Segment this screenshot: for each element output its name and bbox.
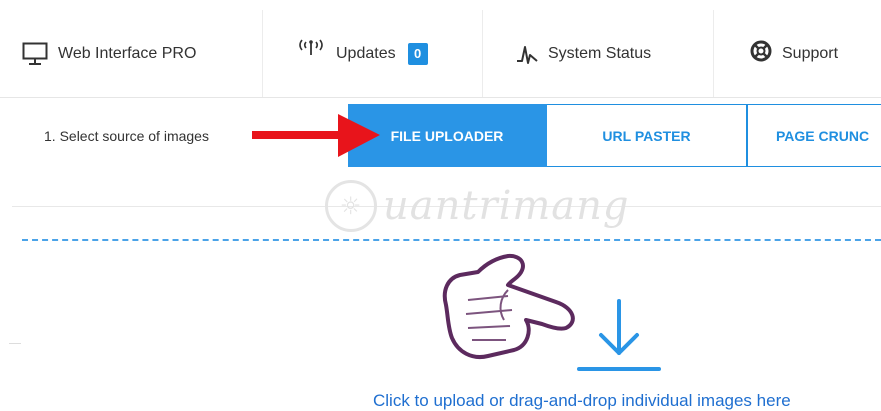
drop-zone-border [22, 239, 881, 241]
watermark-logo: ☼ uantrimang [325, 180, 630, 232]
tab-page-cruncher[interactable]: PAGE CRUNC [747, 104, 881, 167]
nav-separator [713, 10, 714, 97]
top-nav: Web Interface PRO Updates 0 System Statu… [0, 0, 881, 98]
watermark-text: uantrimang [383, 183, 630, 229]
source-step-label: 1. Select source of images [44, 128, 209, 144]
upload-prompt-link[interactable]: Click to upload or drag-and-drop individ… [373, 391, 791, 411]
nav-item-system-status[interactable]: System Status [516, 10, 651, 97]
nav-item-label: Updates [336, 44, 396, 62]
nav-separator [482, 10, 483, 97]
annotation-arrow-icon [252, 114, 380, 157]
nav-item-label: Support [782, 44, 839, 62]
edge-mark [9, 343, 21, 344]
pulse-icon [516, 43, 538, 65]
monitor-icon [22, 42, 48, 66]
antenna-icon [296, 37, 326, 57]
nav-item-label: Web Interface PRO [58, 44, 197, 62]
source-selector: 1. Select source of images FILE UPLOADER… [0, 104, 881, 169]
nav-item-web-interface[interactable]: Web Interface PRO [22, 10, 196, 97]
lifebuoy-icon [750, 40, 772, 62]
download-icon[interactable] [577, 297, 661, 375]
updates-count-badge: 0 [407, 42, 428, 65]
nav-separator [262, 10, 263, 97]
nav-item-label: System Status [548, 44, 652, 62]
bulb-icon: ☼ [325, 180, 377, 232]
tab-url-paster[interactable]: URL PASTER [547, 104, 747, 167]
nav-item-updates[interactable]: Updates 0 [296, 10, 428, 97]
pointing-hand-icon [442, 253, 575, 359]
nav-item-support[interactable]: Support [750, 10, 838, 97]
